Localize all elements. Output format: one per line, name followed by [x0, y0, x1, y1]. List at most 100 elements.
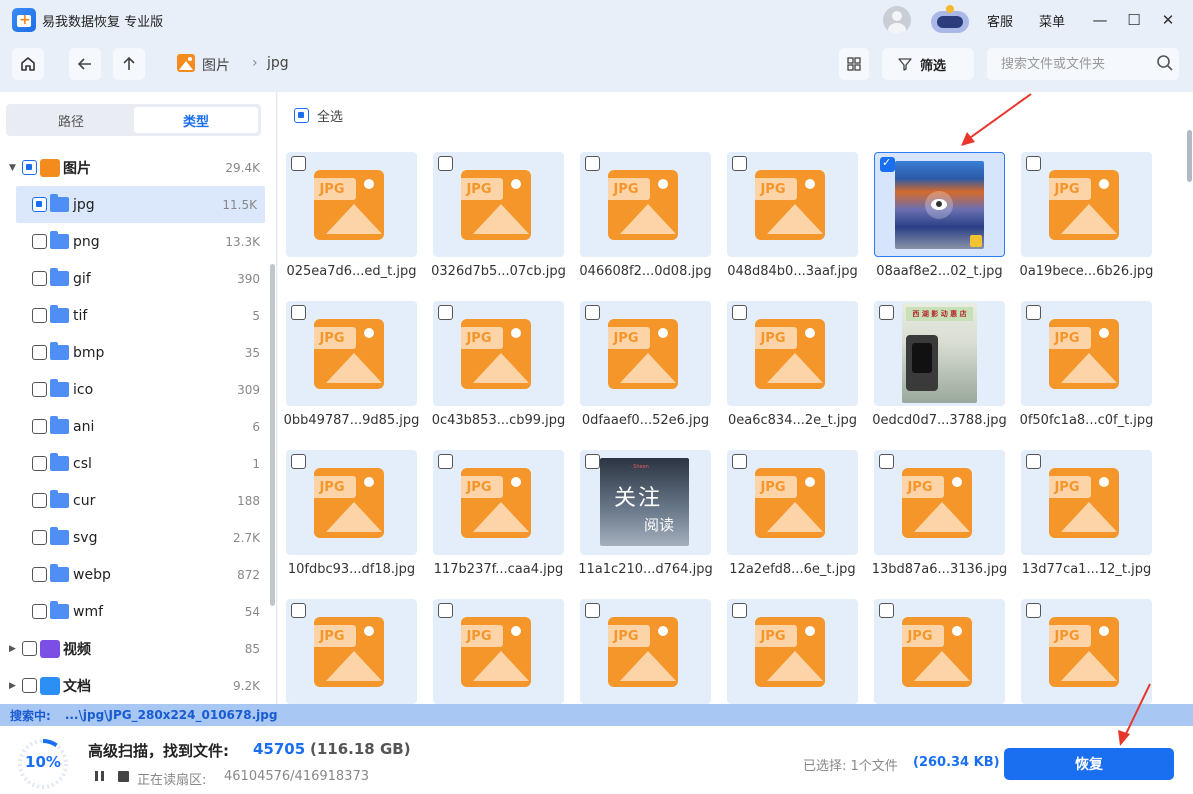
checkbox[interactable]	[32, 419, 47, 434]
file-card[interactable]: JPG	[433, 301, 564, 406]
file-card[interactable]: JPG	[286, 152, 417, 257]
tree-item-ani[interactable]: ani 6	[0, 408, 268, 445]
file-checkbox[interactable]	[1026, 156, 1041, 171]
assistant-robot-icon[interactable]	[927, 5, 973, 35]
file-card[interactable]: JPG	[874, 599, 1005, 704]
tree-item-png[interactable]: png 13.3K	[0, 223, 268, 260]
pause-icon[interactable]	[93, 770, 105, 782]
customer-service-link[interactable]: 客服	[987, 11, 1013, 30]
file-card[interactable]: JPG	[433, 152, 564, 257]
checkbox[interactable]	[32, 604, 47, 619]
select-all-checkbox[interactable]	[294, 108, 309, 123]
stop-icon[interactable]	[118, 771, 129, 782]
file-card[interactable]: JPG	[286, 450, 417, 555]
file-checkbox[interactable]	[291, 454, 306, 469]
file-card[interactable]: JPG	[580, 599, 711, 704]
checkbox[interactable]	[32, 530, 47, 545]
tree-item-ico[interactable]: ico 309	[0, 371, 268, 408]
checkbox[interactable]	[32, 308, 47, 323]
tree-item-bmp[interactable]: bmp 35	[0, 334, 268, 371]
file-card[interactable]: JPG	[580, 301, 711, 406]
home-button[interactable]	[12, 48, 44, 80]
file-checkbox[interactable]	[1026, 305, 1041, 320]
file-checkbox[interactable]	[732, 603, 747, 618]
file-card[interactable]: JPG	[727, 599, 858, 704]
tree-item-webp[interactable]: webp 872	[0, 556, 268, 593]
checkbox[interactable]	[22, 641, 37, 656]
file-card[interactable]: · Sheen 关注 阅读	[580, 450, 711, 555]
file-checkbox[interactable]	[585, 454, 600, 469]
file-card[interactable]: JPG	[580, 152, 711, 257]
file-checkbox[interactable]	[438, 156, 453, 171]
file-card[interactable]: JPG	[727, 301, 858, 406]
minimize-button[interactable]: —	[1083, 0, 1117, 40]
file-checkbox[interactable]	[732, 305, 747, 320]
file-checkbox[interactable]	[880, 156, 895, 172]
file-checkbox[interactable]	[438, 305, 453, 320]
checkbox[interactable]	[32, 493, 47, 508]
tree-item-tif[interactable]: tif 5	[0, 297, 268, 334]
file-checkbox[interactable]	[585, 156, 600, 171]
file-checkbox[interactable]	[879, 305, 894, 320]
close-button[interactable]: ✕	[1151, 0, 1185, 40]
file-card[interactable]: JPG	[727, 450, 858, 555]
checkbox[interactable]	[22, 678, 37, 693]
search-input[interactable]	[987, 48, 1179, 80]
checkbox[interactable]	[32, 567, 47, 582]
file-checkbox[interactable]	[438, 603, 453, 618]
tree-item-documents[interactable]: ▶ 文档 9.2K	[0, 667, 268, 704]
file-card[interactable]: JPG	[286, 301, 417, 406]
maximize-button[interactable]: ☐	[1117, 0, 1151, 40]
tree-item-wmf[interactable]: wmf 54	[0, 593, 268, 630]
file-card[interactable]: JPG	[1021, 450, 1152, 555]
select-all[interactable]: 全选	[294, 106, 343, 125]
checkbox[interactable]	[32, 271, 47, 286]
file-card[interactable]: JPG	[1021, 301, 1152, 406]
up-button[interactable]	[113, 48, 145, 80]
tab-path[interactable]: 路径	[9, 107, 133, 133]
grid-scrollbar[interactable]	[1187, 130, 1192, 182]
file-checkbox[interactable]	[879, 603, 894, 618]
file-checkbox[interactable]	[438, 454, 453, 469]
tree-item-svg[interactable]: svg 2.7K	[0, 519, 268, 556]
file-checkbox[interactable]	[291, 156, 306, 171]
file-checkbox[interactable]	[1026, 603, 1041, 618]
file-card[interactable]: JPG	[727, 152, 858, 257]
expand-right-icon[interactable]: ▶	[9, 681, 16, 691]
tree-item-images[interactable]: ▼ 图片 29.4K	[0, 149, 268, 186]
file-checkbox[interactable]	[291, 603, 306, 618]
user-avatar[interactable]	[882, 6, 911, 34]
file-checkbox[interactable]	[585, 603, 600, 618]
sidebar-scrollbar[interactable]	[270, 264, 275, 606]
file-card[interactable]: JPG	[286, 599, 417, 704]
file-checkbox[interactable]	[732, 156, 747, 171]
recover-button[interactable]: 恢复	[1004, 748, 1174, 780]
file-card[interactable]: 西 湖 影 动 惠 店	[874, 301, 1005, 406]
checkbox[interactable]	[32, 234, 47, 249]
file-checkbox[interactable]	[291, 305, 306, 320]
tree-item-jpg[interactable]: jpg 11.5K	[16, 186, 265, 223]
grid-view-button[interactable]	[839, 48, 869, 80]
breadcrumb-category[interactable]: 图片	[202, 55, 230, 75]
expand-right-icon[interactable]: ▶	[9, 644, 16, 654]
checkbox[interactable]	[32, 197, 47, 212]
tree-item-videos[interactable]: ▶ 视频 85	[0, 630, 268, 667]
file-checkbox[interactable]	[585, 305, 600, 320]
tree-item-csl[interactable]: csl 1	[0, 445, 268, 482]
file-checkbox[interactable]	[879, 454, 894, 469]
file-card[interactable]: JPG	[433, 599, 564, 704]
back-button[interactable]	[69, 48, 101, 80]
file-card[interactable]: JPG	[1021, 599, 1152, 704]
file-checkbox[interactable]	[1026, 454, 1041, 469]
menu-link[interactable]: 菜单	[1039, 11, 1065, 30]
tree-item-cur[interactable]: cur 188	[0, 482, 268, 519]
file-card[interactable]: JPG	[433, 450, 564, 555]
file-card[interactable]: JPG	[874, 450, 1005, 555]
checkbox[interactable]	[32, 345, 47, 360]
expand-down-icon[interactable]: ▼	[9, 163, 16, 173]
checkbox[interactable]	[32, 456, 47, 471]
file-checkbox[interactable]	[732, 454, 747, 469]
tab-type[interactable]: 类型	[134, 107, 258, 133]
filter-button[interactable]: 筛选	[882, 48, 974, 80]
checkbox[interactable]	[22, 160, 37, 175]
